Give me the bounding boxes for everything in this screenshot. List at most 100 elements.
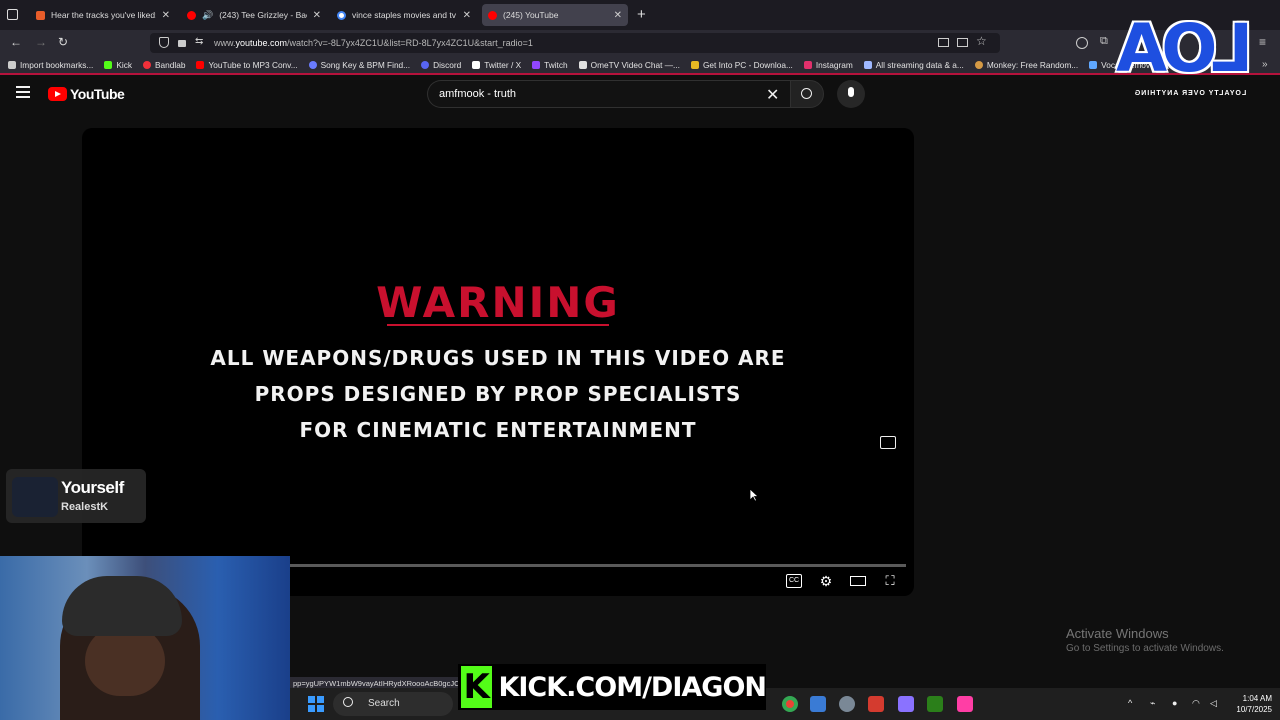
tab-label: (243) Tee Grizzley - Back To <box>219 10 306 20</box>
bookmark-import[interactable]: Import bookmarks... <box>8 60 93 70</box>
hamburger-menu-icon[interactable] <box>16 86 30 98</box>
tab-liked-tracks[interactable]: Hear the tracks you've liked: on ✕ <box>30 4 176 26</box>
windows-start-icon[interactable] <box>308 696 324 712</box>
theater-mode-icon[interactable] <box>850 576 866 586</box>
fullscreen-icon[interactable]: ⛶ <box>882 574 898 588</box>
miniplayer-icon[interactable] <box>880 436 896 449</box>
loa-logo: LOA LOYALTY OVER ANYTHING <box>1120 10 1260 105</box>
warning-line-2: PROPS DESIGNED BY PROP SPECIALISTS <box>254 382 742 406</box>
address-bar[interactable]: ⇆ www.youtube.com/watch?v=-8L7yx4ZC1U&li… <box>150 33 1000 53</box>
bookmark-song-key[interactable]: Song Key & BPM Find... <box>308 59 411 70</box>
youtube-icon <box>488 10 497 20</box>
bookmark-bandlab[interactable]: Bandlab <box>143 60 185 70</box>
chrome-icon[interactable] <box>782 696 798 712</box>
loa-logo-subtitle: LOYALTY OVER ANYTHING <box>1133 90 1247 97</box>
video-player[interactable]: WARNING ALL WEAPONS/DRUGS USED IN THIS V… <box>82 128 914 596</box>
shield-icon[interactable] <box>159 37 169 48</box>
import-icon <box>8 60 16 69</box>
taskbar-search-label: Search <box>368 698 400 709</box>
reader-view-icon[interactable] <box>957 38 968 47</box>
bookmark-instagram[interactable]: Instagram <box>803 59 853 70</box>
url-text[interactable]: www.youtube.com/watch?v=-8L7yx4ZC1U&list… <box>214 38 533 48</box>
youtube-icon <box>187 10 196 20</box>
bookmark-streaming-data[interactable]: All streaming data & a... <box>863 60 964 70</box>
bookmarks-overflow-icon[interactable]: » <box>1262 59 1268 70</box>
bookmark-twitch[interactable]: Twitch <box>532 60 568 70</box>
avatar <box>12 477 58 517</box>
search-button[interactable] <box>790 80 824 108</box>
captions-icon[interactable]: CC <box>786 574 802 588</box>
menu-icon[interactable]: ≡ <box>1259 35 1266 49</box>
bookmark-kick[interactable]: Kick <box>104 60 132 70</box>
settings-icon[interactable] <box>839 696 855 712</box>
app-red-icon[interactable] <box>868 696 884 712</box>
picture-in-picture-icon[interactable] <box>938 38 949 47</box>
close-icon[interactable]: ✕ <box>614 10 622 21</box>
bookmark-monkey[interactable]: Monkey: Free Random... <box>974 60 1078 70</box>
bookmark-twitter[interactable]: Twitter / X <box>472 60 521 70</box>
back-arrow-icon[interactable]: ← <box>10 35 22 49</box>
clear-search-icon[interactable]: ✕ <box>766 85 779 105</box>
permissions-icon[interactable]: ⇆ <box>195 36 203 47</box>
close-icon[interactable]: ✕ <box>313 10 321 21</box>
browser-nav-bar: ← → ↻ ⇆ www.youtube.com/watch?v=-8L7yx4Z… <box>0 30 1280 56</box>
close-icon[interactable]: ✕ <box>463 10 471 21</box>
tab-vince-staples[interactable]: vince staples movies and tv sho ✕ <box>331 4 477 26</box>
tab-list-icon[interactable] <box>7 9 18 20</box>
bookmark-label: Song Key & BPM Find... <box>320 59 411 70</box>
network-status-icon[interactable]: ⌁ <box>1150 698 1161 709</box>
clock-time[interactable]: 1:04 AM <box>1232 694 1272 703</box>
loa-logo-text: LOA <box>1120 10 1254 87</box>
search-icon <box>801 88 812 99</box>
bookmark-label: Instagram <box>815 59 853 70</box>
reload-icon[interactable]: ↻ <box>58 35 68 49</box>
tab-tee-grizzley[interactable]: 🔊 (243) Tee Grizzley - Back To ✕ <box>181 4 327 26</box>
bookmark-label: Twitter / X <box>484 59 522 70</box>
forward-arrow-icon[interactable]: → <box>35 35 47 49</box>
app-window-icon[interactable] <box>810 696 826 712</box>
youtube-logo[interactable]: YouTube <box>48 86 125 102</box>
account-icon[interactable] <box>1076 37 1088 49</box>
microphone-tray-icon[interactable]: ● <box>1172 698 1183 709</box>
bookmark-getintopc[interactable]: Get Into PC - Downloa... <box>690 60 793 70</box>
tab-label: vince staples movies and tv sho <box>352 10 457 20</box>
clock-date[interactable]: 10/7/2025 <box>1232 705 1272 714</box>
warning-line-3: FOR CINEMATIC ENTERTAINMENT <box>299 418 697 442</box>
streaming-data-icon <box>863 60 872 69</box>
bookmark-label: Bandlab <box>155 59 186 70</box>
monkey-icon <box>974 60 983 69</box>
lock-icon[interactable] <box>178 40 186 47</box>
windows-taskbar: Search ^ ⌁ ● ◠ ◁ 1:04 AM 10/7/2025 <box>290 688 1280 720</box>
url-prefix: www. <box>214 38 236 48</box>
discord-icon <box>421 60 430 69</box>
nvidia-icon[interactable] <box>927 696 943 712</box>
extensions-icon[interactable]: ⧉ <box>1100 35 1108 48</box>
search-input-value[interactable]: amfmook - truth <box>439 88 516 100</box>
discord-app-icon[interactable] <box>898 696 914 712</box>
search-icon <box>343 697 353 707</box>
youtube-play-icon <box>48 87 67 101</box>
tab-youtube-active[interactable]: (245) YouTube ✕ <box>482 4 628 26</box>
getintopc-icon <box>690 60 699 69</box>
bookmark-discord[interactable]: Discord <box>421 60 461 70</box>
speaker-icon[interactable]: 🔊 <box>202 10 213 21</box>
warning-title: WARNING <box>376 278 620 327</box>
voice-search-button[interactable] <box>837 80 865 108</box>
taskbar-search[interactable]: Search <box>333 692 453 716</box>
search-input[interactable]: amfmook - truth ✕ <box>427 80 791 108</box>
new-tab-icon[interactable]: + <box>637 6 646 23</box>
hear-tracks-icon <box>36 10 45 20</box>
mouse-cursor-icon <box>749 488 759 502</box>
bookmark-yt-mp3[interactable]: YouTube to MP3 Conv... <box>196 60 298 70</box>
bookmark-ometv[interactable]: OmeTV Video Chat —... <box>578 60 680 70</box>
settings-gear-icon[interactable]: ⚙ <box>818 574 834 588</box>
wifi-icon[interactable]: ◠ <box>1192 698 1203 709</box>
kick-follower-card: Yourself RealestK <box>6 469 146 523</box>
bookmark-star-icon[interactable]: ☆ <box>976 34 987 48</box>
kick-banner-text: KICK.COM/DIAGON <box>498 671 767 703</box>
tray-overflow-icon[interactable]: ^ <box>1128 698 1139 709</box>
close-icon[interactable]: ✕ <box>162 10 170 21</box>
volume-icon[interactable]: ◁ <box>1210 698 1221 709</box>
app-pink-icon[interactable] <box>957 696 973 712</box>
x-icon <box>472 60 481 69</box>
